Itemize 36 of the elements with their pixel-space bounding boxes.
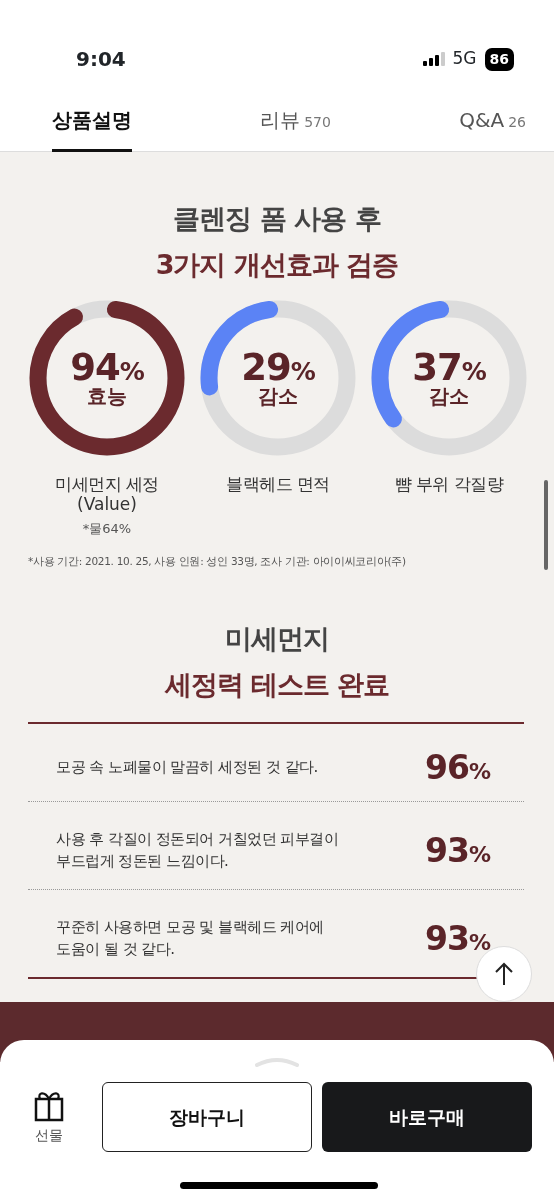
gauge-label: 뺨 부위 각질량 xyxy=(394,473,504,495)
gauge-caption: 감소 xyxy=(429,386,469,407)
signal-icon xyxy=(422,52,445,66)
section-title: 미세먼지 xyxy=(224,621,330,656)
tab[interactable]: 리뷰 570 xyxy=(260,88,331,152)
sheet-handle-icon[interactable] xyxy=(255,1055,299,1067)
survey-statement: 사용 후 각질이 정돈되어 거칠었던 피부결이 부드럽게 정돈된 느낌이다. xyxy=(56,829,339,873)
gauge-value: 94% xyxy=(70,349,144,387)
gauge-caption: 감소 xyxy=(258,386,298,407)
gauge-value: 29% xyxy=(241,349,315,387)
section-title: 세정력 테스트 완료 xyxy=(163,667,391,702)
survey-percent: 93% xyxy=(425,830,490,873)
gauge-label: 블랙헤드 면적 xyxy=(226,473,330,495)
battery-level: 86 xyxy=(484,47,514,71)
section-title: 3가지 개선효과 검증 xyxy=(154,247,400,282)
cart-button[interactable]: 장바구니 xyxy=(102,1082,312,1152)
gauge-label: 미세먼지 세정 xyxy=(55,473,159,495)
survey-percent: 93% xyxy=(425,918,490,961)
gauge-sublabel: (Value) xyxy=(77,494,137,515)
survey-statement: 꾸준히 사용하면 모공 및 블랙헤드 케어에 도움이 될 것 같다. xyxy=(56,917,324,961)
tab-count: 570 xyxy=(304,113,331,132)
footnote: *사용 기간: 2021. 10. 25, 사용 인원: 성인 33명, 조사 기관: 아이이씨코리아(주) xyxy=(27,554,407,570)
tab-count: 26 xyxy=(508,113,526,132)
gift-icon xyxy=(34,1090,64,1122)
status-time: 9:04 xyxy=(76,46,126,73)
gift-button[interactable]: 선물 xyxy=(34,1090,64,1146)
gauge-caption: 효능 xyxy=(87,386,127,407)
tab[interactable]: Q&A 26 xyxy=(459,88,526,152)
section-title: 클렌징 폼 사용 후 xyxy=(172,202,382,236)
up-arrow-icon xyxy=(494,962,514,986)
survey-statement: 모공 속 노폐물이 말끔히 세정된 것 같다. xyxy=(56,757,318,779)
network-label: 5G xyxy=(452,47,477,71)
buy-now-button[interactable]: 바로구매 xyxy=(322,1082,532,1152)
gauge-note: *물64% xyxy=(82,519,132,538)
gauge-value: 37% xyxy=(412,349,486,387)
survey-percent: 96% xyxy=(425,747,490,790)
